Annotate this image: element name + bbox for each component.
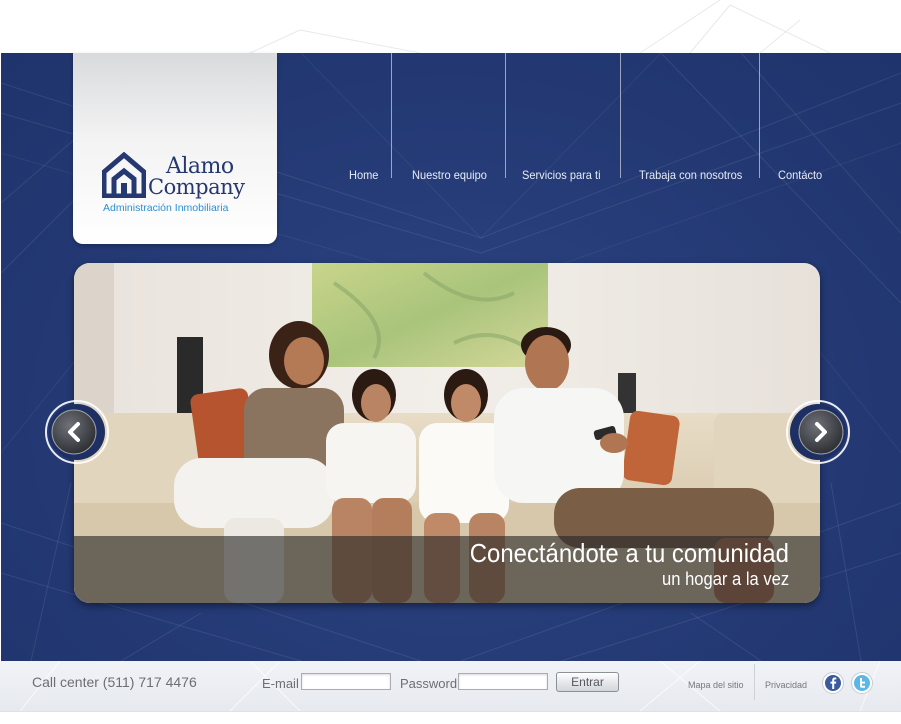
nav-item-servicios[interactable]: Servicios para ti — [522, 168, 601, 182]
slider-next-button[interactable] — [786, 400, 850, 464]
nav-separator — [505, 53, 506, 178]
nav-separator — [759, 53, 760, 178]
nav-separator — [620, 53, 621, 178]
call-center-text: Call center (511) 717 4476 — [32, 674, 197, 690]
twitter-icon[interactable] — [851, 672, 873, 694]
house-logo-icon — [102, 152, 146, 198]
email-field[interactable] — [301, 673, 391, 690]
login-submit-button[interactable]: Entrar — [556, 672, 619, 692]
logo-card[interactable]: Alamo Company Administración Inmobiliari… — [73, 53, 277, 244]
logo-name-line2: Company — [148, 175, 245, 199]
slider-prev-button[interactable] — [45, 400, 109, 464]
hero-slide: Conectándote a tu comunidad un hogar a l… — [74, 263, 820, 603]
slide-caption-title: Conectándote a tu comunidad — [469, 538, 789, 568]
sitemap-link[interactable]: Mapa del sitio — [688, 680, 744, 690]
slide-caption-subtitle: un hogar a la vez — [661, 569, 789, 589]
nav-item-nuestro-equipo[interactable]: Nuestro equipo — [412, 168, 487, 182]
top-decoration — [249, 0, 831, 53]
footer: Call center (511) 717 4476 E-mail Passwo… — [0, 661, 901, 712]
chevron-right-icon — [786, 400, 850, 464]
password-label: Password — [400, 676, 458, 691]
facebook-icon[interactable] — [822, 672, 844, 694]
nav-item-contacto[interactable]: Contácto — [778, 168, 822, 182]
logo-tagline: Administración Inmobiliaria — [103, 202, 229, 214]
privacy-link[interactable]: Privacidad — [765, 680, 807, 690]
footer-separator — [754, 664, 755, 700]
page: Home Nuestro equipo Servicios para ti Tr… — [0, 0, 901, 724]
nav-separator — [391, 53, 392, 178]
chevron-left-icon — [45, 400, 109, 464]
email-label: E-mail — [262, 676, 299, 691]
password-field[interactable] — [458, 673, 548, 690]
nav-item-trabaja[interactable]: Trabaja con nosotros — [639, 168, 742, 182]
nav-item-home[interactable]: Home — [349, 168, 378, 182]
